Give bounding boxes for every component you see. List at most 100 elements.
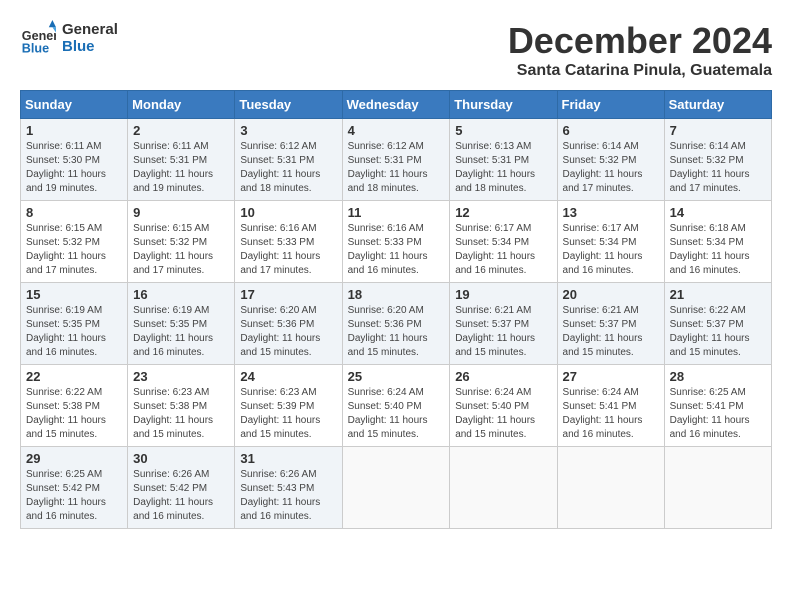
calendar-week-4: 22 Sunrise: 6:22 AMSunset: 5:38 PMDaylig…: [21, 365, 772, 447]
day-number: 4: [348, 123, 445, 138]
day-info: Sunrise: 6:21 AMSunset: 5:37 PMDaylight:…: [563, 305, 643, 358]
day-info: Sunrise: 6:22 AMSunset: 5:38 PMDaylight:…: [26, 387, 106, 440]
day-number: 1: [26, 123, 122, 138]
calendar-cell: 18 Sunrise: 6:20 AMSunset: 5:36 PMDaylig…: [342, 283, 450, 365]
day-info: Sunrise: 6:24 AMSunset: 5:40 PMDaylight:…: [455, 387, 535, 440]
day-number: 30: [133, 451, 229, 466]
day-number: 13: [563, 205, 659, 220]
calendar-cell: 27 Sunrise: 6:24 AMSunset: 5:41 PMDaylig…: [557, 365, 664, 447]
day-info: Sunrise: 6:22 AMSunset: 5:37 PMDaylight:…: [670, 305, 750, 358]
day-number: 19: [455, 287, 551, 302]
calendar-cell: 1 Sunrise: 6:11 AMSunset: 5:30 PMDayligh…: [21, 119, 128, 201]
day-info: Sunrise: 6:19 AMSunset: 5:35 PMDaylight:…: [133, 305, 213, 358]
calendar-table: Sunday Monday Tuesday Wednesday Thursday…: [20, 90, 772, 529]
calendar-cell: 8 Sunrise: 6:15 AMSunset: 5:32 PMDayligh…: [21, 201, 128, 283]
day-number: 10: [240, 205, 336, 220]
day-info: Sunrise: 6:13 AMSunset: 5:31 PMDaylight:…: [455, 141, 535, 194]
day-number: 21: [670, 287, 766, 302]
day-info: Sunrise: 6:21 AMSunset: 5:37 PMDaylight:…: [455, 305, 535, 358]
day-number: 2: [133, 123, 229, 138]
calendar-week-1: 1 Sunrise: 6:11 AMSunset: 5:30 PMDayligh…: [21, 119, 772, 201]
calendar-cell: 31 Sunrise: 6:26 AMSunset: 5:43 PMDaylig…: [235, 447, 342, 529]
day-info: Sunrise: 6:11 AMSunset: 5:31 PMDaylight:…: [133, 141, 213, 194]
day-info: Sunrise: 6:25 AMSunset: 5:42 PMDaylight:…: [26, 469, 106, 522]
day-number: 14: [670, 205, 766, 220]
calendar-cell: 4 Sunrise: 6:12 AMSunset: 5:31 PMDayligh…: [342, 119, 450, 201]
calendar-cell: 23 Sunrise: 6:23 AMSunset: 5:38 PMDaylig…: [128, 365, 235, 447]
calendar-cell: 29 Sunrise: 6:25 AMSunset: 5:42 PMDaylig…: [21, 447, 128, 529]
col-wednesday: Wednesday: [342, 91, 450, 119]
logo-blue: Blue: [62, 38, 118, 55]
calendar-cell: 20 Sunrise: 6:21 AMSunset: 5:37 PMDaylig…: [557, 283, 664, 365]
logo-general: General: [62, 21, 118, 38]
day-number: 8: [26, 205, 122, 220]
calendar-cell: 7 Sunrise: 6:14 AMSunset: 5:32 PMDayligh…: [664, 119, 771, 201]
calendar-cell: 5 Sunrise: 6:13 AMSunset: 5:31 PMDayligh…: [450, 119, 557, 201]
calendar-cell: 12 Sunrise: 6:17 AMSunset: 5:34 PMDaylig…: [450, 201, 557, 283]
calendar-cell: 24 Sunrise: 6:23 AMSunset: 5:39 PMDaylig…: [235, 365, 342, 447]
day-info: Sunrise: 6:14 AMSunset: 5:32 PMDaylight:…: [563, 141, 643, 194]
day-number: 29: [26, 451, 122, 466]
day-info: Sunrise: 6:24 AMSunset: 5:40 PMDaylight:…: [348, 387, 428, 440]
calendar-cell: [664, 447, 771, 529]
logo-icon: General Blue: [20, 20, 56, 56]
day-info: Sunrise: 6:17 AMSunset: 5:34 PMDaylight:…: [563, 223, 643, 276]
calendar-cell: 21 Sunrise: 6:22 AMSunset: 5:37 PMDaylig…: [664, 283, 771, 365]
col-saturday: Saturday: [664, 91, 771, 119]
day-info: Sunrise: 6:26 AMSunset: 5:42 PMDaylight:…: [133, 469, 213, 522]
day-number: 9: [133, 205, 229, 220]
calendar-cell: 2 Sunrise: 6:11 AMSunset: 5:31 PMDayligh…: [128, 119, 235, 201]
day-number: 6: [563, 123, 659, 138]
calendar-week-2: 8 Sunrise: 6:15 AMSunset: 5:32 PMDayligh…: [21, 201, 772, 283]
day-number: 3: [240, 123, 336, 138]
calendar-cell: 30 Sunrise: 6:26 AMSunset: 5:42 PMDaylig…: [128, 447, 235, 529]
calendar-cell: 28 Sunrise: 6:25 AMSunset: 5:41 PMDaylig…: [664, 365, 771, 447]
day-info: Sunrise: 6:17 AMSunset: 5:34 PMDaylight:…: [455, 223, 535, 276]
day-number: 22: [26, 369, 122, 384]
calendar-cell: 19 Sunrise: 6:21 AMSunset: 5:37 PMDaylig…: [450, 283, 557, 365]
calendar-cell: 22 Sunrise: 6:22 AMSunset: 5:38 PMDaylig…: [21, 365, 128, 447]
logo: General Blue General Blue: [20, 20, 118, 56]
calendar-cell: 10 Sunrise: 6:16 AMSunset: 5:33 PMDaylig…: [235, 201, 342, 283]
calendar-cell: 14 Sunrise: 6:18 AMSunset: 5:34 PMDaylig…: [664, 201, 771, 283]
col-monday: Monday: [128, 91, 235, 119]
calendar-header-row: Sunday Monday Tuesday Wednesday Thursday…: [21, 91, 772, 119]
day-info: Sunrise: 6:16 AMSunset: 5:33 PMDaylight:…: [240, 223, 320, 276]
day-info: Sunrise: 6:14 AMSunset: 5:32 PMDaylight:…: [670, 141, 750, 194]
day-number: 5: [455, 123, 551, 138]
day-number: 12: [455, 205, 551, 220]
day-info: Sunrise: 6:24 AMSunset: 5:41 PMDaylight:…: [563, 387, 643, 440]
calendar-cell: 3 Sunrise: 6:12 AMSunset: 5:31 PMDayligh…: [235, 119, 342, 201]
calendar-title-area: December 2024 Santa Catarina Pinula, Gua…: [508, 20, 772, 80]
day-info: Sunrise: 6:11 AMSunset: 5:30 PMDaylight:…: [26, 141, 106, 194]
day-info: Sunrise: 6:20 AMSunset: 5:36 PMDaylight:…: [240, 305, 320, 358]
calendar-cell: 26 Sunrise: 6:24 AMSunset: 5:40 PMDaylig…: [450, 365, 557, 447]
calendar-cell: 16 Sunrise: 6:19 AMSunset: 5:35 PMDaylig…: [128, 283, 235, 365]
svg-text:Blue: Blue: [22, 41, 49, 55]
calendar-cell: [557, 447, 664, 529]
page-header: General Blue General Blue December 2024 …: [20, 20, 772, 80]
calendar-cell: 6 Sunrise: 6:14 AMSunset: 5:32 PMDayligh…: [557, 119, 664, 201]
day-number: 31: [240, 451, 336, 466]
calendar-cell: 9 Sunrise: 6:15 AMSunset: 5:32 PMDayligh…: [128, 201, 235, 283]
day-info: Sunrise: 6:15 AMSunset: 5:32 PMDaylight:…: [26, 223, 106, 276]
day-info: Sunrise: 6:23 AMSunset: 5:38 PMDaylight:…: [133, 387, 213, 440]
day-number: 11: [348, 205, 445, 220]
calendar-cell: [450, 447, 557, 529]
calendar-cell: [342, 447, 450, 529]
location-title: Santa Catarina Pinula, Guatemala: [508, 62, 772, 80]
calendar-cell: 15 Sunrise: 6:19 AMSunset: 5:35 PMDaylig…: [21, 283, 128, 365]
day-info: Sunrise: 6:15 AMSunset: 5:32 PMDaylight:…: [133, 223, 213, 276]
calendar-cell: 17 Sunrise: 6:20 AMSunset: 5:36 PMDaylig…: [235, 283, 342, 365]
day-number: 26: [455, 369, 551, 384]
day-number: 20: [563, 287, 659, 302]
day-number: 15: [26, 287, 122, 302]
day-number: 25: [348, 369, 445, 384]
col-tuesday: Tuesday: [235, 91, 342, 119]
calendar-cell: 25 Sunrise: 6:24 AMSunset: 5:40 PMDaylig…: [342, 365, 450, 447]
day-number: 24: [240, 369, 336, 384]
day-info: Sunrise: 6:26 AMSunset: 5:43 PMDaylight:…: [240, 469, 320, 522]
month-title: December 2024: [508, 20, 772, 62]
day-info: Sunrise: 6:20 AMSunset: 5:36 PMDaylight:…: [348, 305, 428, 358]
day-info: Sunrise: 6:12 AMSunset: 5:31 PMDaylight:…: [348, 141, 428, 194]
